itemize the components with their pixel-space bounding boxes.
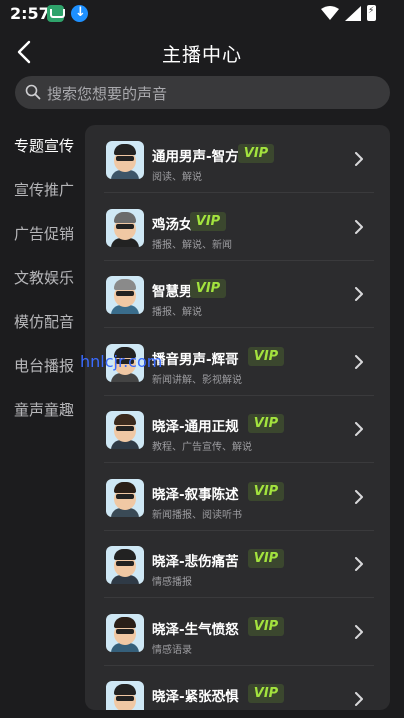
chevron-right-icon bbox=[355, 219, 363, 234]
category-item[interactable]: 广告促销 bbox=[0, 216, 85, 260]
voice-tags: 新闻讲解、影视解说 bbox=[152, 374, 242, 386]
voice-avatar bbox=[106, 681, 144, 710]
category-item[interactable]: 童声童趣 bbox=[0, 392, 85, 436]
status-indicators bbox=[321, 5, 376, 21]
category-item[interactable]: 宣传推广 bbox=[0, 172, 85, 216]
category-item[interactable]: 专题宣传 bbox=[0, 128, 85, 172]
voice-name: 晓泽-生气愤怒 bbox=[152, 621, 239, 638]
voice-avatar bbox=[106, 478, 144, 517]
header: 主播中心 bbox=[0, 30, 404, 74]
app-notification-icon bbox=[47, 5, 65, 22]
chevron-right-icon bbox=[355, 624, 363, 639]
chevron-right-icon bbox=[355, 557, 363, 571]
voice-avatar bbox=[106, 141, 144, 179]
vip-badge: VIP bbox=[248, 616, 284, 636]
search-input[interactable] bbox=[45, 76, 379, 111]
voice-avatar bbox=[106, 276, 144, 314]
vip-badge: VIP bbox=[248, 481, 284, 501]
voice-tags: 情感语录 bbox=[152, 644, 192, 656]
chevron-right-icon bbox=[355, 422, 363, 436]
vip-badge: VIP bbox=[190, 211, 226, 231]
voice-tags: 播报、解说 bbox=[152, 307, 202, 318]
status-time: 2:57 bbox=[10, 4, 50, 23]
voice-tags: 播报、解说、新闻 bbox=[152, 239, 232, 251]
voice-list-item[interactable]: 晓泽-悲伤痛苦 VIP 情感播报 bbox=[104, 530, 374, 598]
voice-list-panel: 通用男声-智方 VIP 阅读、解说 鸡汤女声 VIP 播报、解说、新闻 智慧男生 VIP 播报、… bbox=[85, 125, 390, 710]
voice-avatar bbox=[106, 411, 144, 449]
watermark-text: hnlcjr.com bbox=[80, 352, 163, 371]
vip-badge: VIP bbox=[238, 144, 274, 163]
chevron-right-icon bbox=[355, 354, 363, 369]
page-title: 主播中心 bbox=[161, 44, 242, 66]
voice-name: 播音男声-辉哥 bbox=[152, 351, 239, 368]
vip-badge: VIP bbox=[248, 549, 284, 568]
voice-list-item[interactable]: 通用男声-智方 VIP 阅读、解说 bbox=[104, 125, 374, 193]
voice-tags: 教程、广告宣传、解说 bbox=[152, 442, 252, 453]
voice-list-item[interactable]: 智慧男生 VIP 播报、解说 bbox=[104, 260, 374, 328]
voice-list-item[interactable]: 晓泽-生气愤怒 VIP 情感语录 bbox=[104, 598, 374, 666]
voice-tags: 情感播报 bbox=[152, 577, 192, 588]
voice-avatar bbox=[106, 546, 144, 584]
chevron-right-icon bbox=[355, 489, 363, 504]
voice-tags: 新闻播报、阅读听书 bbox=[152, 509, 242, 521]
category-item[interactable]: 模仿配音 bbox=[0, 304, 85, 348]
voice-name: 晓泽-悲伤痛苦 bbox=[152, 554, 239, 570]
voice-name: 晓泽-紧张恐惧 bbox=[152, 689, 239, 705]
voice-tags: 阅读、解说 bbox=[152, 172, 202, 183]
battery-icon bbox=[367, 5, 376, 21]
category-item[interactable]: 文教娱乐 bbox=[0, 260, 85, 304]
chevron-right-icon bbox=[355, 152, 363, 166]
voice-avatar bbox=[106, 613, 144, 652]
voice-list-item[interactable]: 晓泽-叙事陈述 VIP 新闻播报、阅读听书 bbox=[104, 463, 374, 531]
signal-icon bbox=[345, 5, 361, 21]
chevron-right-icon bbox=[355, 287, 363, 301]
chevron-right-icon bbox=[355, 692, 363, 706]
voice-name: 通用男声-智方 bbox=[152, 149, 239, 165]
search-icon bbox=[25, 84, 41, 100]
vip-badge: VIP bbox=[190, 279, 226, 298]
vip-badge: VIP bbox=[248, 346, 284, 366]
voice-list-item[interactable]: 晓泽-通用正规 VIP 教程、广告宣传、解说 bbox=[104, 395, 374, 463]
voice-name: 晓泽-叙事陈述 bbox=[152, 486, 239, 503]
voice-list-item[interactable]: 鸡汤女声 VIP 播报、解说、新闻 bbox=[104, 193, 374, 261]
search-bar[interactable] bbox=[15, 76, 390, 111]
voice-name: 晓泽-通用正规 bbox=[152, 419, 239, 435]
voice-avatar bbox=[106, 208, 144, 247]
category-list: 专题宣传 宣传推广 广告促销 文教娱乐 模仿配音 电台播报 童声童趣 bbox=[0, 128, 85, 436]
vip-badge: VIP bbox=[248, 684, 284, 703]
category-item[interactable]: 电台播报 bbox=[0, 348, 85, 392]
vip-badge: VIP bbox=[248, 414, 284, 433]
download-icon bbox=[71, 5, 88, 22]
wifi-icon bbox=[321, 6, 339, 20]
voice-list-item[interactable]: 晓泽-紧张恐惧 VIP bbox=[104, 665, 374, 710]
status-bar: 2:57 bbox=[0, 0, 404, 28]
